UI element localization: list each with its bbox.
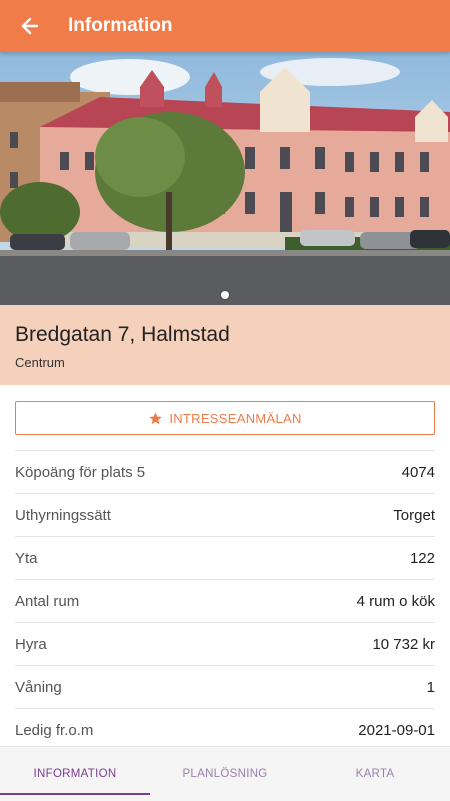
- star-icon: [149, 411, 163, 424]
- detail-row-ledig-from: Ledig fr.o.m 2021-09-01: [15, 708, 435, 751]
- detail-label: Yta: [15, 549, 38, 567]
- detail-row-vaning: Våning 1: [15, 665, 435, 708]
- detail-value: 122: [409, 549, 435, 567]
- detail-label: Ledig fr.o.m: [15, 721, 94, 739]
- property-photo-carousel[interactable]: [0, 52, 450, 305]
- carousel-indicator: [0, 291, 450, 299]
- detail-label: Hyra: [15, 635, 47, 653]
- detail-value: 4 rum o kök: [356, 592, 435, 610]
- detail-value: 2021-09-01: [358, 721, 435, 739]
- tab-information[interactable]: INFORMATION: [0, 747, 150, 801]
- tab-planlosning[interactable]: PLANLÖSNING: [150, 747, 300, 801]
- interest-button[interactable]: INTRESSEANMÄLAN: [15, 401, 435, 435]
- arrow-left-icon: [21, 17, 39, 35]
- detail-row-uthyrningssatt: Uthyrningssätt Torget: [15, 493, 435, 536]
- tab-karta[interactable]: KARTA: [300, 747, 450, 801]
- address-panel: Bredgatan 7, Halmstad Centrum: [0, 305, 450, 385]
- detail-row-antal-rum: Antal rum 4 rum o kök: [15, 579, 435, 622]
- property-address: Bredgatan 7, Halmstad: [15, 323, 230, 346]
- back-button[interactable]: [0, 0, 60, 52]
- detail-row-yta: Yta 122: [15, 536, 435, 579]
- detail-label: Köpoäng för plats 5: [15, 463, 146, 481]
- interest-button-label: INTRESSEANMÄLAN: [169, 410, 302, 426]
- property-photo: [0, 52, 450, 305]
- detail-label: Våning: [15, 678, 62, 696]
- bottom-tab-bar: INFORMATION PLANLÖSNING KARTA: [0, 746, 450, 801]
- details-list: Köpoäng för plats 5 4074 Uthyrningssätt …: [15, 450, 435, 751]
- detail-value: 1: [426, 678, 435, 696]
- detail-row-hyra: Hyra 10 732 kr: [15, 622, 435, 665]
- carousel-dot-active[interactable]: [221, 291, 229, 299]
- detail-value: 4074: [401, 463, 435, 481]
- property-area: Centrum: [15, 355, 65, 370]
- detail-label: Uthyrningssätt: [15, 506, 111, 524]
- app-bar: Information: [0, 0, 450, 52]
- detail-value: Torget: [393, 506, 435, 524]
- detail-value: 10 732 kr: [372, 635, 435, 653]
- detail-row-kopoang: Köpoäng för plats 5 4074: [15, 450, 435, 493]
- page-title: Information: [68, 15, 173, 36]
- detail-label: Antal rum: [15, 592, 80, 610]
